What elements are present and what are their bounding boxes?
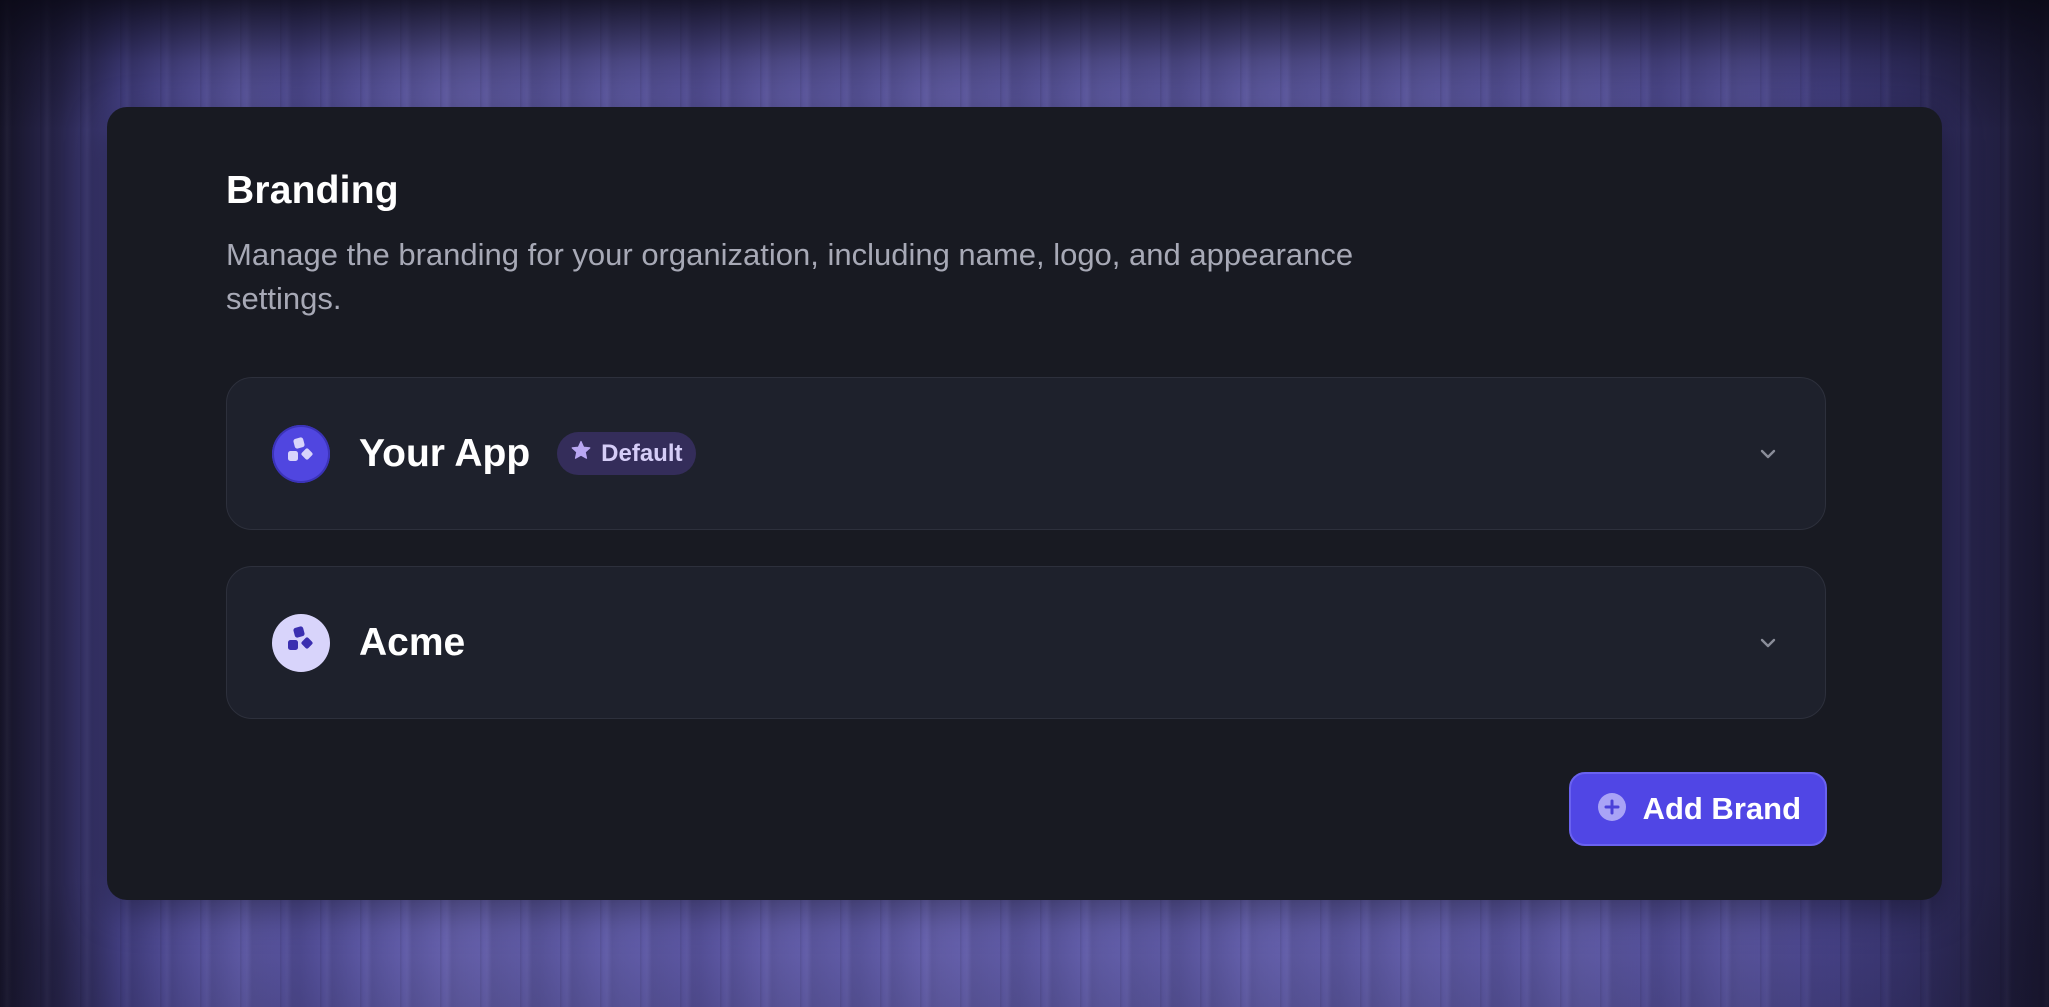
page-title: Branding — [226, 169, 399, 212]
chevron-down-icon[interactable] — [1755, 441, 1781, 467]
brand-name: Your App — [359, 431, 531, 475]
page-description: Manage the branding for your organizatio… — [226, 237, 1354, 316]
branding-card: Branding Manage the branding for your or… — [107, 107, 1942, 900]
brand-name: Acme — [359, 620, 466, 664]
shapes-icon — [285, 435, 317, 472]
default-badge: Default — [557, 432, 697, 475]
plus-circle-icon — [1597, 792, 1627, 827]
shapes-icon — [285, 624, 317, 661]
brand-item-acme[interactable]: Acme — [226, 566, 1826, 719]
brand-item-your-app[interactable]: Your App Default — [226, 377, 1826, 530]
brand-list: Your App Default Acme — [226, 377, 1826, 755]
add-brand-label: Add Brand — [1642, 791, 1801, 826]
chevron-down-icon[interactable] — [1755, 630, 1781, 656]
badge-label: Default — [601, 439, 683, 467]
brand-logo — [272, 424, 330, 483]
star-icon — [569, 439, 593, 468]
brand-logo — [272, 613, 330, 672]
add-brand-button[interactable]: Add Brand — [1568, 772, 1827, 846]
